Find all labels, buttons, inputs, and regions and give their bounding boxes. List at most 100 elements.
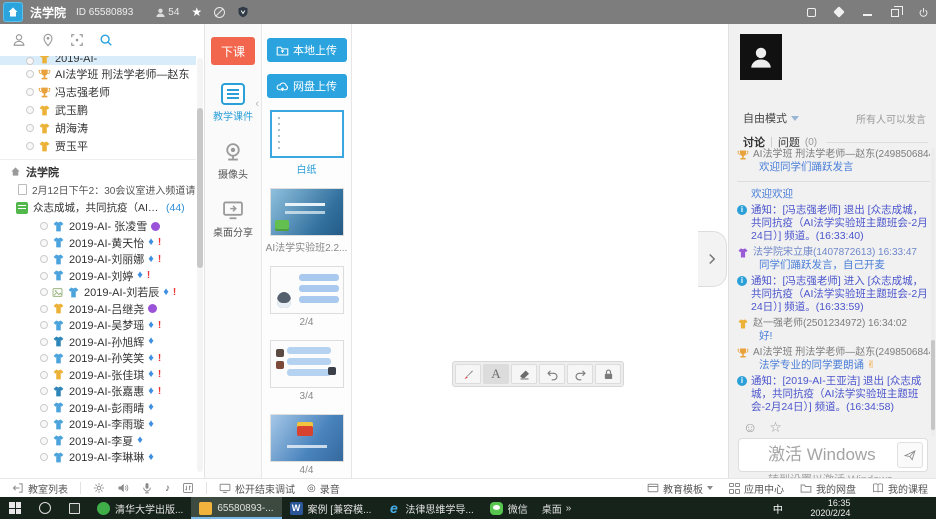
student-row[interactable]: 2019-AI-刘婷 ♦ ! [0,268,196,285]
my-courses-button[interactable]: 我的课程 [872,481,928,496]
tray-icon[interactable] [738,503,749,514]
power-button[interactable] [916,5,930,19]
roster-row[interactable]: AI法学班 刑法学老师—赵东 [0,65,196,83]
taskbar-clock[interactable]: 16:35 2020/2/24 [810,498,850,518]
tool-courseware[interactable]: 教学课件 [205,83,261,123]
member-count[interactable]: 54 [155,7,179,18]
lock-button[interactable] [595,364,621,384]
student-row[interactable]: 2019-AI-李琳琳 ♦ [0,449,196,466]
tray-icon[interactable] [619,503,630,514]
select-radio[interactable] [40,288,48,296]
music-note-icon[interactable]: ♪ [165,483,170,494]
record-button[interactable]: ◎ 录音 [307,481,340,496]
shield-icon[interactable] [237,6,249,18]
taskbar-app[interactable]: W 案例 [兼容模... [282,497,380,519]
media-transfer-icon[interactable] [182,482,194,494]
select-radio[interactable] [40,371,48,379]
push-to-talk-button[interactable]: 松开结束调试 [219,481,295,496]
task-view-button[interactable] [60,497,89,519]
select-radio[interactable] [40,338,48,346]
slide-thumbnail[interactable]: 白纸 [262,110,351,176]
redo-button[interactable] [567,364,593,384]
tray-icon[interactable] [755,503,766,514]
gem-icon[interactable] [832,5,846,19]
select-radio[interactable] [40,239,48,247]
taskbar-app[interactable]: 微信 [482,497,536,519]
tray-icon[interactable] [585,503,596,514]
classroom-list-button[interactable]: 教室列表 [12,481,68,496]
roster-row[interactable]: 贾玉平 [0,137,196,155]
slide-preview[interactable] [270,110,344,158]
select-radio[interactable] [26,57,34,65]
student-row[interactable]: 2019-AI-吕继尧 [0,301,196,318]
send-button[interactable] [897,442,923,468]
select-radio[interactable] [26,88,34,96]
text-tool-button[interactable]: A [483,364,509,384]
student-row[interactable]: 2019-AI-张佳琪 ♦ ! [0,367,196,384]
tray-icon[interactable] [602,503,613,514]
tray-icon[interactable] [670,503,681,514]
select-radio[interactable] [40,222,48,230]
student-row[interactable]: 2019-AI- 张凌雪 [0,218,196,235]
tool-screen-share[interactable]: 桌面分享 [205,199,261,239]
desktop-toolbar[interactable]: 桌面 » [542,501,572,516]
select-radio[interactable] [26,106,34,114]
select-radio[interactable] [40,272,48,280]
tray-icon[interactable] [687,503,698,514]
edu-template-button[interactable]: 教育模板 [647,481,713,496]
home-button[interactable] [3,2,23,22]
student-row[interactable]: 2019-AI-刘丽娜 ♦ ! [0,251,196,268]
forbid-icon[interactable] [214,7,225,18]
dismiss-class-button[interactable]: 下课 [211,37,255,65]
taskbar-app[interactable]: 65580893-... [191,497,281,519]
members-tab-icon[interactable] [12,33,26,47]
eraser-tool-button[interactable] [511,364,537,384]
slide-preview[interactable] [270,340,344,388]
channel-notice[interactable]: 2月12日下午2：30会议室进入频道请实名 [0,181,196,198]
select-radio[interactable] [40,387,48,395]
roster-row[interactable]: 冯志强老师 [0,83,196,101]
slide-thumbnail[interactable]: 3/4 [262,340,351,402]
select-radio[interactable] [40,453,48,461]
scrollbar-thumb[interactable] [197,108,203,268]
tray-icon[interactable] [653,503,664,514]
chat-input[interactable] [739,439,897,471]
channel-item[interactable]: 众志成城，共同抗疫（AI法学实验班 (44) [0,198,196,217]
student-row[interactable]: 2019-AI-彭雨晴 ♦ [0,400,196,417]
taskbar-app[interactable]: e 法律思维学导... [379,497,481,519]
select-radio[interactable] [26,70,34,78]
tray-icon[interactable]: 中 [772,503,783,514]
brush-tool-button[interactable] [455,364,481,384]
emoji-picker-icon[interactable]: ☺ [743,420,757,434]
tray-icon[interactable] [636,503,647,514]
scrollbar-thumb[interactable] [931,340,935,430]
chat-scrollbar[interactable] [931,148,935,436]
mode-selector[interactable]: 自由模式 [743,110,799,126]
speaker-icon[interactable] [117,482,129,494]
app-center-button[interactable]: 应用中心 [729,481,784,496]
slide-thumbnail[interactable]: 2/4 [262,266,351,328]
location-icon[interactable] [41,33,55,47]
slide-preview[interactable] [270,266,344,314]
select-radio[interactable] [40,354,48,362]
roster-row[interactable]: 2019-AI- [0,56,196,65]
tool-camera[interactable]: 摄像头 [205,141,261,181]
select-radio[interactable] [40,420,48,428]
slide-preview[interactable] [270,188,344,236]
select-radio[interactable] [26,124,34,132]
tray-icon[interactable] [789,503,800,514]
slide-preview[interactable] [270,414,344,462]
section-law-school[interactable]: 法学院 [0,162,196,181]
expand-panel-button[interactable] [698,231,727,287]
student-row[interactable]: 2019-AI-刘若辰 ♦ ! [0,284,196,301]
student-row[interactable]: 2019-AI-李夏 ♦ [0,433,196,450]
select-radio[interactable] [40,321,48,329]
search-icon[interactable] [99,33,113,47]
taskbar-app[interactable]: 清华大学出版... [89,497,191,519]
select-radio[interactable] [40,305,48,313]
undo-button[interactable] [539,364,565,384]
scan-icon[interactable] [70,33,84,47]
slide-thumbnail[interactable]: AI法学实验班2.2... [262,188,351,254]
minimize-button[interactable] [860,5,874,19]
favorite-emote-icon[interactable]: ☆ [769,420,782,434]
